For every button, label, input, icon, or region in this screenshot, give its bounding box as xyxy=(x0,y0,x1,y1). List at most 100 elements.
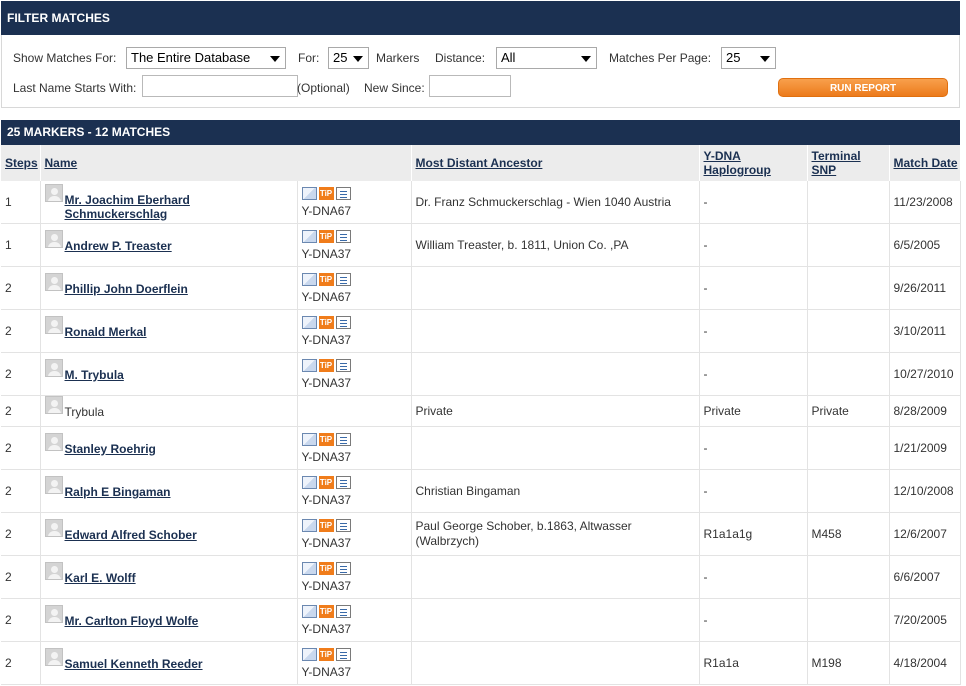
match-name-link[interactable]: Mr. Carlton Floyd Wolfe xyxy=(65,605,293,628)
table-row: 2 Ralph E Bingaman TiP Y-DNA37 Christian Bin… xyxy=(1,469,961,513)
tip-calculator-icon[interactable]: TiP xyxy=(318,561,334,575)
notes-icon[interactable] xyxy=(335,186,351,200)
distance-select[interactable]: All xyxy=(496,47,597,69)
filter-matches-title: FILTER MATCHES xyxy=(7,11,110,25)
ancestor-cell xyxy=(411,426,700,470)
haplogroup-cell: - xyxy=(699,223,808,267)
match-name-link[interactable]: Mr. Joachim Eberhard Schmuckerschlag xyxy=(65,184,293,221)
per-page-select[interactable]: 25 xyxy=(721,47,776,69)
tip-calculator-icon[interactable]: TiP xyxy=(318,647,334,661)
match-name-link[interactable]: Phillip John Doerflein xyxy=(65,273,293,296)
snp-cell xyxy=(807,598,890,642)
tip-calculator-icon[interactable]: TiP xyxy=(318,358,334,372)
avatar-icon xyxy=(44,519,63,537)
avatar-icon xyxy=(44,316,63,334)
table-row: 2 Edward Alfred Schober TiP Y-DNA37 Paul Geo… xyxy=(1,512,961,556)
notes-icon[interactable] xyxy=(335,475,351,489)
tip-calculator-icon[interactable]: TiP xyxy=(318,229,334,243)
avatar-icon xyxy=(44,433,63,451)
haplogroup-cell: - xyxy=(699,266,808,310)
avatar-icon xyxy=(44,648,63,666)
name-cell: Edward Alfred Schober xyxy=(40,512,298,556)
notes-icon[interactable] xyxy=(335,272,351,286)
tip-calculator-icon[interactable]: TiP xyxy=(318,518,334,532)
notes-icon[interactable] xyxy=(335,229,351,243)
email-icon[interactable] xyxy=(301,315,317,329)
ancestor-cell: William Treaster, b. 1811, Union Co. ,PA xyxy=(411,223,700,267)
steps-cell: 2 xyxy=(1,512,41,556)
name-cell: Ronald Merkal xyxy=(40,309,298,353)
show-matches-label: Show Matches For: xyxy=(13,51,117,65)
match-name-link[interactable]: Ralph E Bingaman xyxy=(65,476,293,499)
run-report-button[interactable]: RUN REPORT xyxy=(778,78,948,97)
tip-calculator-icon[interactable]: TiP xyxy=(318,315,334,329)
steps-cell: 2 xyxy=(1,598,41,642)
haplogroup-cell: - xyxy=(699,309,808,353)
notes-icon[interactable] xyxy=(335,432,351,446)
match-name-link[interactable]: Stanley Roehrig xyxy=(65,433,293,456)
markers-select[interactable]: 25 xyxy=(328,47,369,69)
tools-cell: TiP Y-DNA37 xyxy=(297,598,412,642)
email-icon[interactable] xyxy=(301,561,317,575)
match-name-link[interactable]: Andrew P. Treaster xyxy=(65,230,293,253)
steps-cell: 2 xyxy=(1,395,41,427)
notes-icon[interactable] xyxy=(335,518,351,532)
tools-cell: TiP Y-DNA37 xyxy=(297,426,412,470)
steps-cell: 2 xyxy=(1,555,41,599)
haplogroup-cell: - xyxy=(699,426,808,470)
email-icon[interactable] xyxy=(301,432,317,446)
tip-calculator-icon[interactable]: TiP xyxy=(318,604,334,618)
match-name-link[interactable]: Edward Alfred Schober xyxy=(65,519,293,542)
notes-icon[interactable] xyxy=(335,315,351,329)
email-icon[interactable] xyxy=(301,229,317,243)
tip-calculator-icon[interactable]: TiP xyxy=(318,186,334,200)
avatar-icon xyxy=(44,605,63,623)
ancestor-column-header[interactable]: Most Distant Ancestor xyxy=(411,145,700,181)
snp-cell xyxy=(807,352,890,396)
date-column-header[interactable]: Match Date xyxy=(889,145,961,181)
haplogroup-cell: - xyxy=(699,181,808,224)
tip-calculator-icon[interactable]: TiP xyxy=(318,272,334,286)
snp-cell xyxy=(807,426,890,470)
show-matches-select[interactable]: The Entire Database xyxy=(126,47,286,69)
test-type: Y-DNA67 xyxy=(301,203,352,218)
email-icon[interactable] xyxy=(301,518,317,532)
show-matches-value: The Entire Database xyxy=(131,50,251,65)
table-row: 2 Phillip John Doerflein TiP Y-DNA67 - 9/26/2… xyxy=(1,266,961,310)
haplogroup-cell: - xyxy=(699,555,808,599)
notes-icon[interactable] xyxy=(335,647,351,661)
filter-matches-header: FILTER MATCHES xyxy=(1,1,960,35)
snp-cell: M198 xyxy=(807,641,890,685)
match-name-link[interactable]: Samuel Kenneth Reeder xyxy=(65,648,293,671)
email-icon[interactable] xyxy=(301,647,317,661)
email-icon[interactable] xyxy=(301,272,317,286)
avatar-icon xyxy=(44,562,63,580)
match-name-link[interactable]: Karl E. Wolff xyxy=(65,562,293,585)
match-name-link[interactable]: Ronald Merkal xyxy=(65,316,293,339)
snp-column-header[interactable]: Terminal SNP xyxy=(807,145,890,181)
match-name-link[interactable]: M. Trybula xyxy=(65,359,293,382)
steps-column-header[interactable]: Steps xyxy=(1,145,41,181)
notes-icon[interactable] xyxy=(335,358,351,372)
ancestor-cell xyxy=(411,641,700,685)
notes-icon[interactable] xyxy=(335,561,351,575)
test-type: Y-DNA37 xyxy=(301,375,352,390)
ancestor-cell: Private xyxy=(411,395,700,427)
last-name-input[interactable] xyxy=(142,75,298,97)
name-column-header[interactable]: Name xyxy=(40,145,412,181)
match-date-cell: 10/27/2010 xyxy=(889,352,961,396)
email-icon[interactable] xyxy=(301,604,317,618)
tip-calculator-icon[interactable]: TiP xyxy=(318,475,334,489)
tools-cell: TiP Y-DNA67 xyxy=(297,181,412,224)
ancestor-cell xyxy=(411,266,700,310)
notes-icon[interactable] xyxy=(335,604,351,618)
haplogroup-cell: R1a1a1g xyxy=(699,512,808,556)
tip-calculator-icon[interactable]: TiP xyxy=(318,432,334,446)
haplogroup-column-header[interactable]: Y-DNA Haplogroup xyxy=(699,145,808,181)
ancestor-cell: Paul George Schober, b.1863, Altwasser (… xyxy=(411,512,700,556)
email-icon[interactable] xyxy=(301,186,317,200)
email-icon[interactable] xyxy=(301,358,317,372)
test-type: Y-DNA37 xyxy=(301,449,352,464)
new-since-input[interactable] xyxy=(429,75,511,97)
email-icon[interactable] xyxy=(301,475,317,489)
